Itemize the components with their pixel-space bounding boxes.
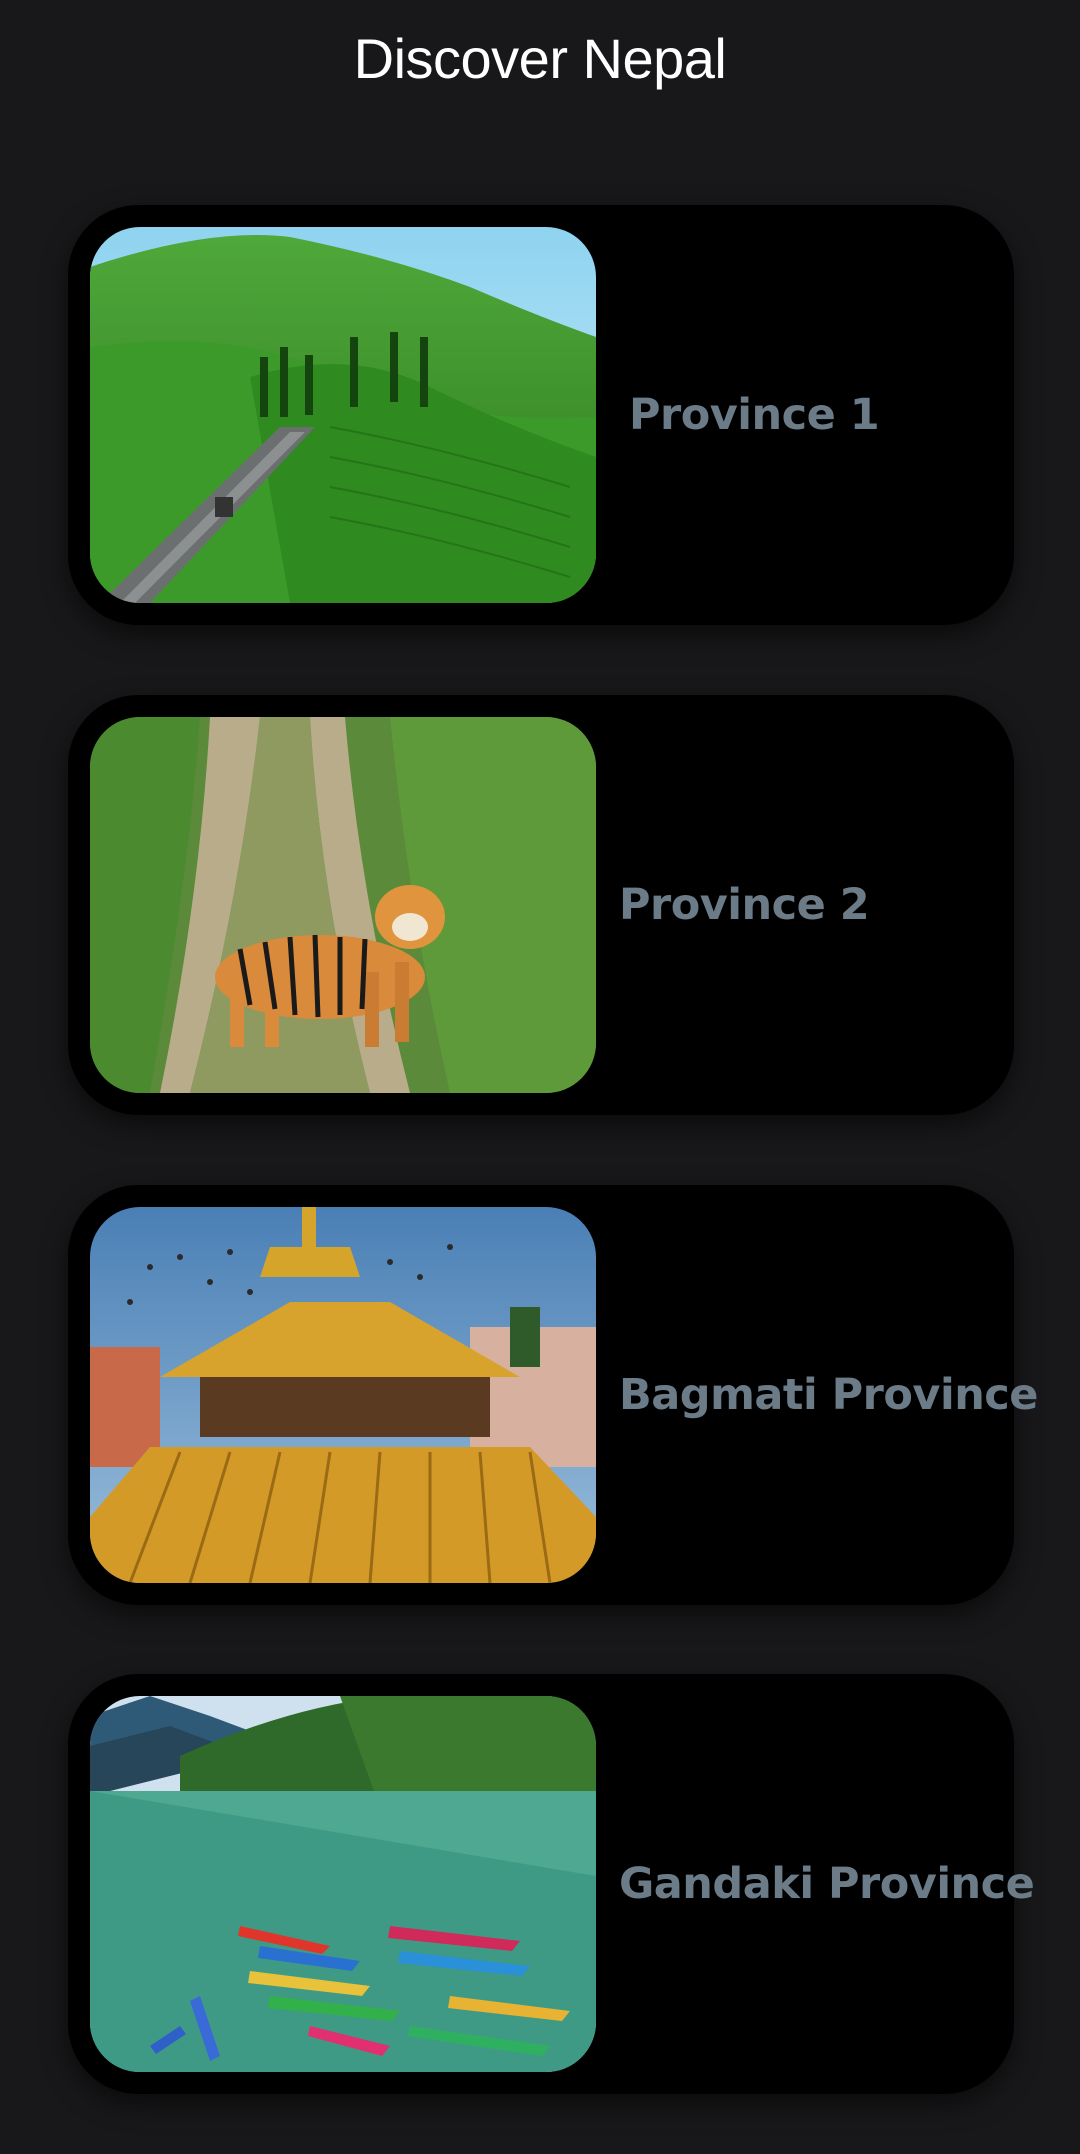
province-card-1[interactable]: Province 1 — [68, 205, 1014, 625]
province-card-3[interactable]: Bagmati Province — [68, 1185, 1038, 1605]
province-2-label: Province 2 — [619, 880, 870, 930]
province-1-image — [90, 227, 596, 603]
province-card-4[interactable]: Gandaki Province — [68, 1674, 1035, 2094]
province-4-image — [90, 1696, 596, 2072]
province-card-2[interactable]: Province 2 — [68, 695, 1014, 1115]
province-4-label: Gandaki Province — [619, 1859, 1035, 1909]
province-1-label: Province 1 — [629, 390, 880, 440]
province-2-image — [90, 717, 596, 1093]
page-title: Discover Nepal — [353, 27, 727, 90]
province-3-image — [90, 1207, 596, 1583]
province-3-label: Bagmati Province — [619, 1370, 1038, 1420]
